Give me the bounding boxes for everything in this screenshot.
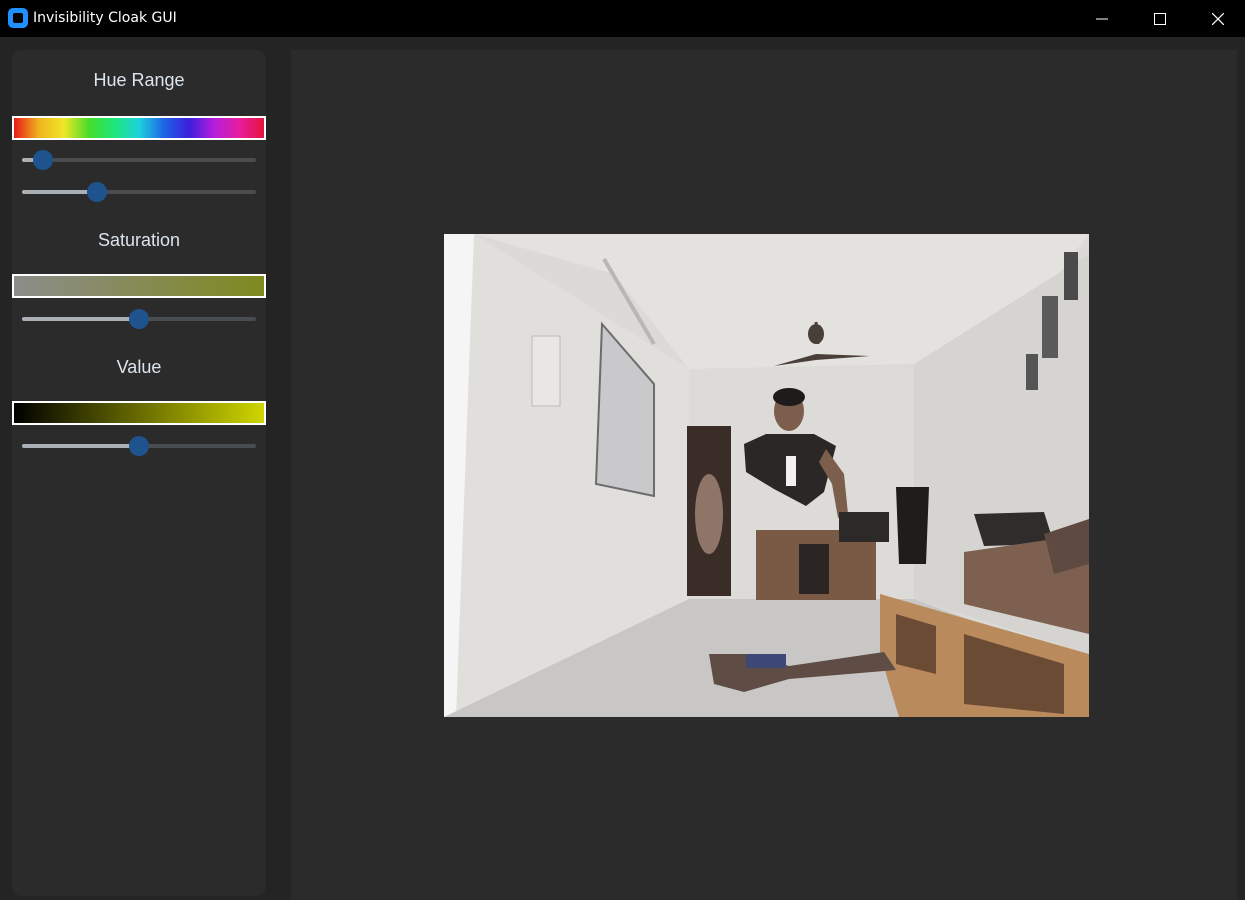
value-title: Value xyxy=(116,357,162,377)
saturation-title: Saturation xyxy=(97,230,181,250)
slider-track xyxy=(22,158,256,162)
video-panel xyxy=(291,50,1237,900)
slider-knob[interactable] xyxy=(86,182,107,202)
maximize-button[interactable] xyxy=(1131,0,1189,37)
slider-knob[interactable] xyxy=(129,436,149,456)
slider-knob[interactable] xyxy=(129,309,149,329)
maximize-icon xyxy=(1154,12,1166,25)
control-panel: Hue Range Saturation Value xyxy=(12,50,266,896)
minimize-button[interactable] xyxy=(1073,0,1131,37)
camera-feed xyxy=(444,234,1089,717)
minimize-icon xyxy=(1096,18,1108,19)
slider-fill xyxy=(22,444,139,448)
camera-feed-image xyxy=(444,234,1089,717)
close-icon xyxy=(1212,12,1224,25)
close-button[interactable] xyxy=(1189,0,1245,37)
window-title: Invisibility Cloak GUI xyxy=(33,10,177,26)
slider-knob[interactable] xyxy=(33,150,54,170)
hue-gradient-bar xyxy=(12,116,266,140)
hue-lower-slider[interactable] xyxy=(22,149,256,171)
saturation-gradient-bar xyxy=(12,274,266,298)
title-bar: Invisibility Cloak GUI xyxy=(0,0,1245,37)
value-gradient-bar xyxy=(12,401,266,425)
app-icon xyxy=(8,8,28,28)
slider-fill xyxy=(22,190,97,194)
hue-upper-slider[interactable] xyxy=(22,181,256,203)
hue-range-title: Hue Range xyxy=(93,70,185,90)
value-slider[interactable] xyxy=(22,435,256,457)
slider-fill xyxy=(22,317,139,321)
saturation-slider[interactable] xyxy=(22,308,256,330)
